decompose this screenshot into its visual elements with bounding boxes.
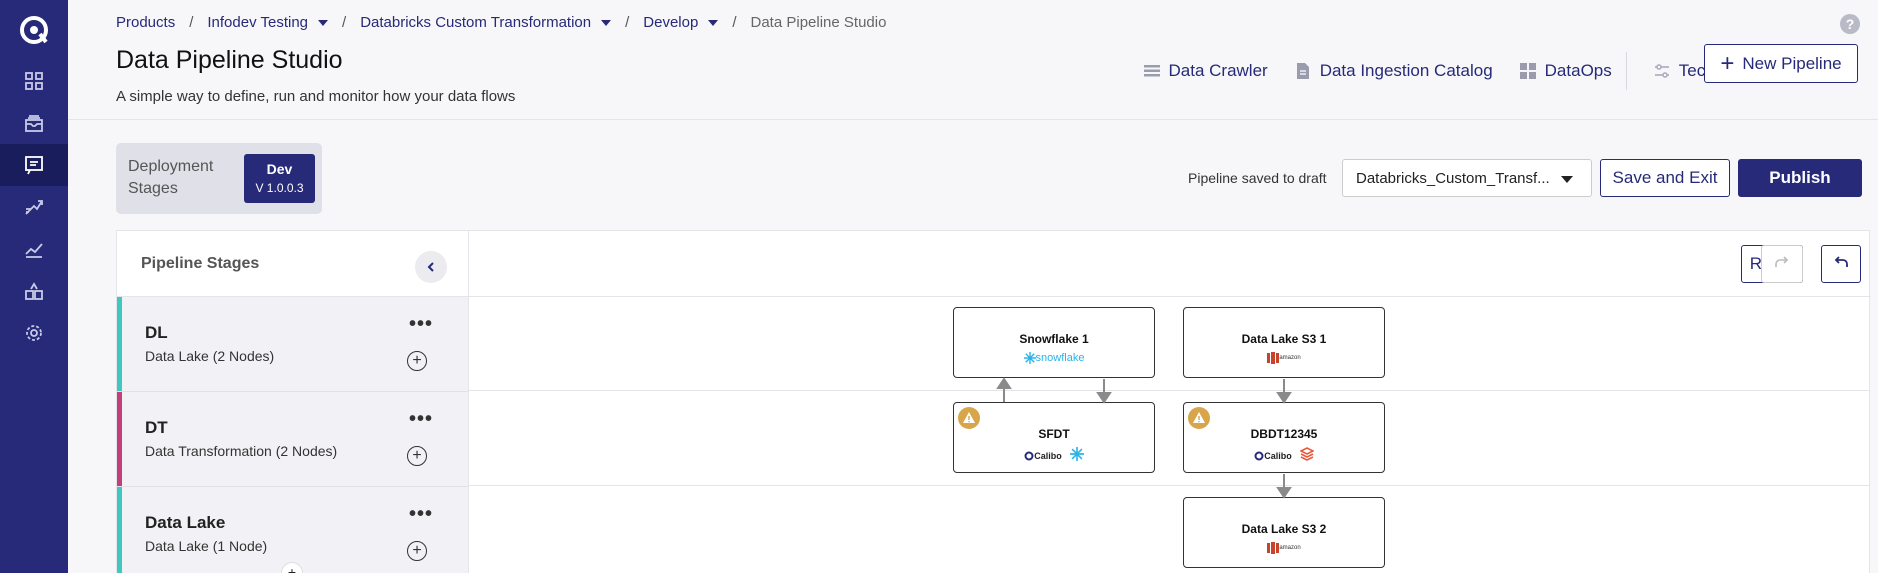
publish-button[interactable]: Publish [1738, 159, 1862, 197]
snowflake-logo-icon [1069, 447, 1084, 464]
nav-settings-gear-icon[interactable] [0, 312, 68, 354]
redo-icon [1775, 256, 1789, 267]
header-nav-links: Data Crawler Data Ingestion Catalog Data… [1117, 52, 1778, 90]
pipeline-node[interactable]: DBDT12345 Calibo [1183, 402, 1385, 473]
nav-pipeline-studio-icon[interactable] [0, 144, 68, 186]
canvas-toolbar: Reset [469, 231, 1871, 297]
breadcrumb-project[interactable]: Infodev Testing [207, 14, 329, 31]
new-pipeline-button[interactable]: + New Pipeline [1704, 44, 1858, 83]
deployment-stages-label: Deployment Stages [128, 158, 214, 197]
draft-status: Pipeline saved to draft [1188, 170, 1327, 186]
chevron-down-icon [318, 19, 329, 26]
nav-deploy-icon[interactable] [0, 186, 68, 228]
undo-button[interactable] [1821, 245, 1861, 283]
deployment-stages: Deployment Stages Dev V 1.0.0.3 [116, 143, 322, 214]
undo-icon [1834, 256, 1848, 267]
nav-analytics-icon[interactable] [0, 228, 68, 270]
chevron-down-icon [1561, 176, 1573, 183]
breadcrumb-current: Data Pipeline Studio [750, 14, 887, 31]
warning-icon [958, 407, 980, 429]
pipeline-stages-title: Pipeline Stages [141, 255, 260, 272]
pipeline-node[interactable]: SFDT Calibo [953, 402, 1155, 473]
breadcrumb-products[interactable]: Products [116, 14, 175, 31]
page-header: Products / Infodev Testing / Databricks … [68, 0, 1878, 120]
page-title: Data Pipeline Studio [116, 46, 343, 74]
calibo-logo-icon[interactable] [18, 14, 50, 46]
more-options-icon[interactable]: ••• [409, 313, 433, 336]
page-subtitle: A simple way to define, run and monitor … [116, 88, 516, 105]
stage-row-dt[interactable]: DT Data Transformation (2 Nodes) ••• + [117, 392, 468, 487]
stage-row-data-lake[interactable]: Data Lake Data Lake (1 Node) ••• + [117, 487, 468, 573]
chevron-down-icon [708, 19, 719, 26]
add-node-icon[interactable]: + [407, 351, 427, 371]
redo-button[interactable] [1761, 245, 1803, 283]
collapse-panel-button[interactable] [415, 251, 447, 283]
pipeline-node[interactable]: Data Lake S3 2 amazon [1183, 497, 1385, 568]
sliders-icon [1654, 64, 1669, 78]
save-and-exit-button[interactable]: Save and Exit [1600, 159, 1730, 197]
data-ingestion-catalog-link[interactable]: Data Ingestion Catalog [1294, 61, 1493, 81]
calibo-logo-icon: Calibo [1254, 451, 1292, 461]
pipeline-node[interactable]: Data Lake S3 1 amazon [1183, 307, 1385, 378]
pipeline-node[interactable]: Snowflake 1 snowflake [953, 307, 1155, 378]
chevron-down-icon [601, 19, 612, 26]
dataops-link[interactable]: DataOps [1519, 61, 1612, 81]
document-icon [1296, 63, 1309, 79]
pipeline-stages-column: Pipeline Stages DL Data Lake (2 Nodes) •… [117, 231, 469, 573]
nav-inbox-icon[interactable] [0, 102, 68, 144]
warning-icon [1188, 407, 1210, 429]
snowflake-logo-icon: snowflake [1023, 352, 1084, 364]
left-nav-rail [0, 0, 68, 573]
chevron-left-icon [427, 262, 434, 272]
nav-modules-icon[interactable] [0, 270, 68, 312]
amazon-s3-logo-icon: amazon [1267, 352, 1301, 364]
data-crawler-link[interactable]: Data Crawler [1143, 61, 1268, 81]
more-options-icon[interactable]: ••• [409, 503, 433, 526]
breadcrumb-phase[interactable]: Develop [643, 14, 719, 31]
nav-dashboard-icon[interactable] [0, 60, 68, 102]
databricks-logo-icon [1298, 447, 1315, 464]
help-icon[interactable]: ? [1840, 14, 1860, 34]
calibo-logo-icon: Calibo [1024, 451, 1062, 461]
add-node-icon[interactable]: + [407, 446, 427, 466]
stage-row-dl[interactable]: DL Data Lake (2 Nodes) ••• + [117, 297, 468, 392]
amazon-s3-logo-icon: amazon [1267, 542, 1301, 554]
breadcrumb: Products / Infodev Testing / Databricks … [116, 14, 887, 31]
breadcrumb-feature[interactable]: Databricks Custom Transformation [360, 14, 612, 31]
list-icon [1143, 65, 1160, 77]
env-badge-dev[interactable]: Dev V 1.0.0.3 [244, 154, 315, 203]
plus-icon: + [1720, 49, 1735, 77]
grid-icon [1519, 63, 1536, 79]
pipeline-select[interactable]: Databricks_Custom_Transf... [1342, 159, 1592, 197]
more-options-icon[interactable]: ••• [409, 408, 433, 431]
add-node-icon[interactable]: + [407, 541, 427, 561]
